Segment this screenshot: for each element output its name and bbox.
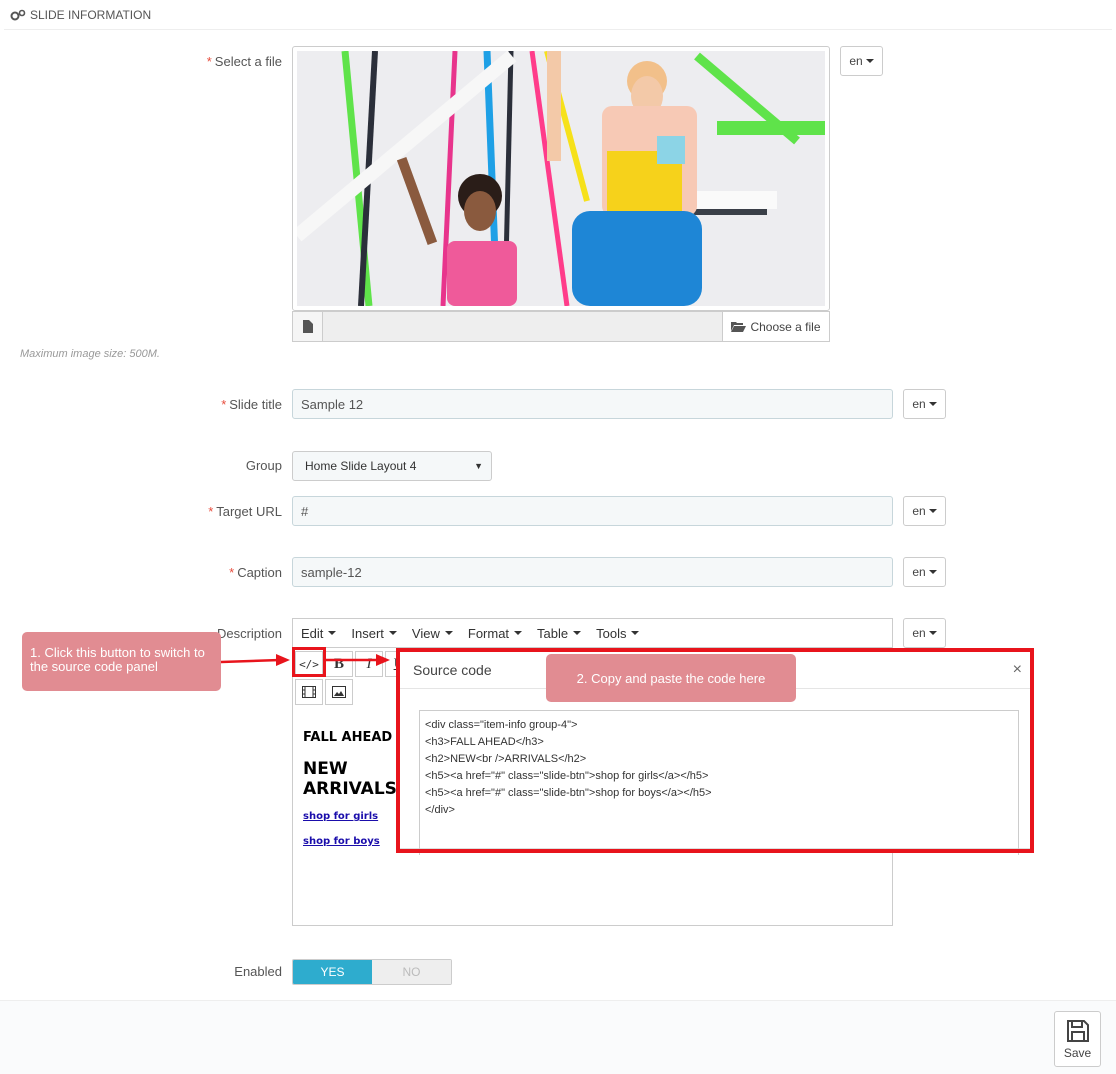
file-upload-bar: Choose a file — [292, 311, 830, 342]
menu-insert[interactable]: Insert — [351, 626, 397, 641]
enabled-switch[interactable]: YES NO — [292, 959, 452, 985]
enabled-no[interactable]: NO — [372, 960, 451, 984]
slide-photo — [297, 51, 825, 306]
image-icon — [332, 686, 346, 698]
editor-toolbar-row2 — [295, 679, 353, 705]
preview-h2: NEW ARRIVALS — [303, 759, 397, 799]
preview-link-boys[interactable]: shop for boys — [303, 836, 380, 847]
callout-step1: 1. Click this button to switch to the so… — [22, 632, 221, 691]
enabled-yes[interactable]: YES — [293, 960, 372, 984]
target-url-label: * Target URL — [208, 504, 282, 519]
slide-title-label: * Slide title — [221, 397, 282, 412]
description-lang-dropdown[interactable]: en — [903, 618, 946, 648]
menu-edit[interactable]: Edit — [301, 626, 337, 641]
caret-down-icon — [928, 570, 937, 574]
image-preview — [292, 46, 830, 311]
dialog-title: Source code — [413, 662, 492, 678]
preview-h3: FALL AHEAD — [303, 730, 393, 745]
preview-link-girls[interactable]: shop for girls — [303, 811, 378, 822]
file-size-hint: Maximum image size: 500M. — [20, 348, 160, 360]
caret-down-icon — [928, 402, 937, 406]
save-button[interactable]: Save — [1054, 1011, 1101, 1067]
caption-label: * Caption — [229, 565, 282, 580]
menu-view[interactable]: View — [412, 626, 453, 641]
source-code-textarea[interactable]: <div class="item-info group-4"> <h3>FALL… — [419, 710, 1019, 855]
select-arrow-icon: ▼ — [474, 461, 483, 471]
callout-step2: 2. Copy and paste the code here — [546, 654, 796, 702]
choose-file-button[interactable]: Choose a file — [722, 312, 829, 341]
close-icon[interactable]: × — [1013, 661, 1022, 679]
menu-format[interactable]: Format — [468, 626, 523, 641]
cogs-icon — [10, 9, 26, 20]
enabled-label: Enabled — [234, 964, 282, 979]
title-lang-dropdown[interactable]: en — [903, 389, 946, 419]
floppy-disk-icon — [1066, 1019, 1089, 1042]
menu-table[interactable]: Table — [537, 626, 582, 641]
file-icon — [293, 312, 323, 341]
url-lang-dropdown[interactable]: en — [903, 496, 946, 526]
caption-input[interactable]: sample-12 — [292, 557, 893, 587]
panel-title: SLIDE INFORMATION — [30, 7, 152, 22]
caret-down-icon — [865, 59, 874, 63]
file-lang-dropdown[interactable]: en — [840, 46, 883, 76]
file-name-field[interactable] — [323, 312, 722, 341]
panel-heading: SLIDE INFORMATION — [4, 0, 1112, 30]
editor-content: FALL AHEAD NEW ARRIVALS shop for girls s… — [303, 730, 397, 847]
caret-down-icon — [928, 509, 937, 513]
editor-menubar: Edit Insert View Format Table Tools — [292, 618, 893, 647]
panel-footer — [0, 1000, 1116, 1074]
target-url-input[interactable]: # — [292, 496, 893, 526]
slide-title-input[interactable]: Sample 12 — [292, 389, 893, 419]
caret-down-icon — [928, 631, 937, 635]
group-label: Group — [245, 458, 282, 473]
insert-image-button[interactable] — [325, 679, 353, 705]
file-label: * Select a file — [206, 54, 282, 69]
callout-arrows — [220, 654, 390, 666]
menu-tools[interactable]: Tools — [596, 626, 640, 641]
folder-open-icon — [731, 322, 747, 332]
group-select[interactable]: Home Slide Layout 4 ▼ — [292, 451, 492, 481]
caption-lang-dropdown[interactable]: en — [903, 557, 946, 587]
film-icon — [302, 686, 316, 698]
insert-video-button[interactable] — [295, 679, 323, 705]
